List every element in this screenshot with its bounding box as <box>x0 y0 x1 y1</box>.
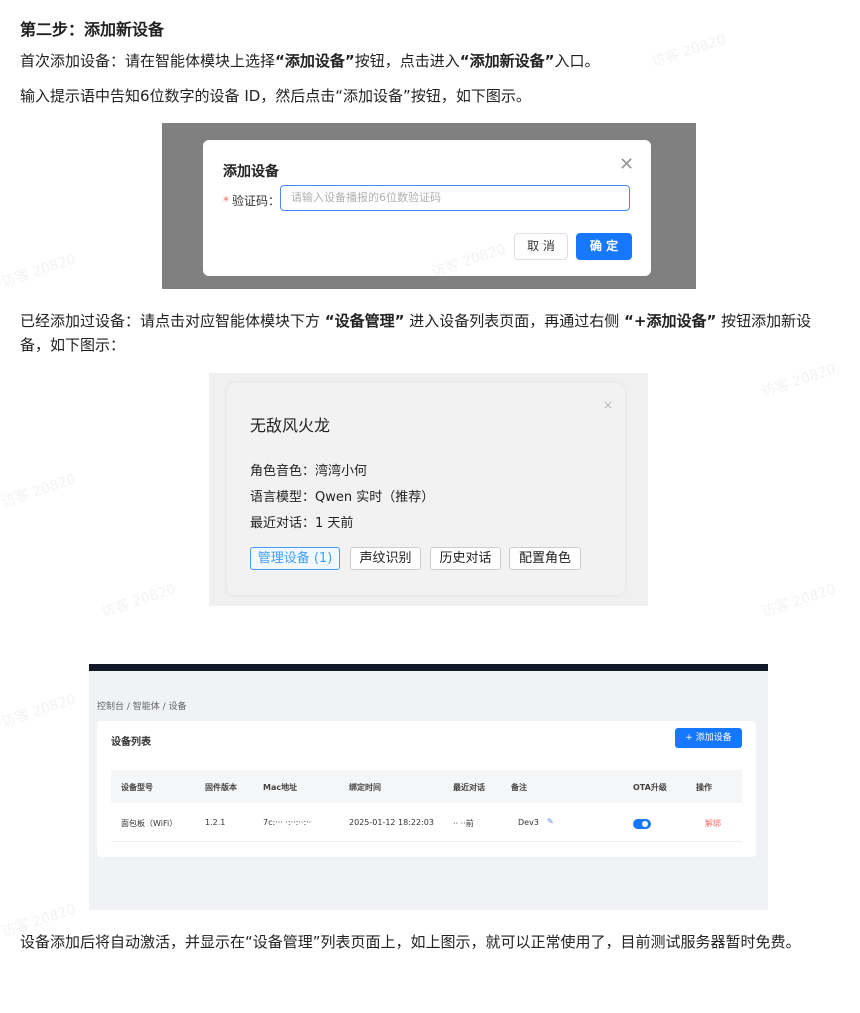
manage-devices-button[interactable]: 管理设备 (1) <box>250 547 340 570</box>
voice-line: 角色音色：湾湾小何 <box>250 464 368 479</box>
watermark: 访客 20820 <box>759 581 838 621</box>
watermark: 访客 20820 <box>0 691 78 731</box>
watermark: 访客 20820 <box>99 581 178 621</box>
edit-icon[interactable]: ✎ <box>547 817 554 826</box>
field-label-text: 验证码： <box>232 194 281 208</box>
voiceprint-button[interactable]: 声纹识别 <box>350 547 421 570</box>
column-header: 固件版本 <box>205 783 237 792</box>
column-header: 最近对话 <box>453 783 485 792</box>
breadcrumb: 控制台 / 智能体 / 设备 <box>97 702 187 712</box>
para1-part1: 首次添加设备：请在智能体模块上选择 <box>20 52 276 70</box>
configure-role-button[interactable]: 配置角色 <box>509 547 581 570</box>
paragraph-first-add: 首次添加设备：请在智能体模块上选择“添加设备”按钮，点击进入“添加新设备”入口。 <box>20 51 840 71</box>
para3-bold2: “+添加设备” <box>624 312 717 330</box>
cell-recent: ·· ··前 <box>453 819 474 828</box>
cell-bind-time: 2025-01-12 18:22:03 <box>349 818 434 827</box>
column-header: 操作 <box>696 783 712 792</box>
table-header: 设备型号 固件版本 Mac地址 绑定时间 最近对话 备注 OTA升级 操作 <box>111 770 742 803</box>
para3-bold1: “设备管理” <box>324 312 405 330</box>
recent-line: 最近对话：1 天前 <box>250 516 354 531</box>
chat-history-button[interactable]: 历史对话 <box>430 547 501 570</box>
verification-code-label: * 验证码： <box>223 192 280 209</box>
para1-part2: 按钮，点击进入 <box>354 52 460 70</box>
column-header: 设备型号 <box>121 783 153 792</box>
ota-toggle[interactable] <box>633 819 651 829</box>
column-header: OTA升级 <box>633 783 667 792</box>
column-header: 绑定时间 <box>349 783 381 792</box>
row-divider <box>111 841 742 842</box>
watermark: 访客 20820 <box>0 471 78 511</box>
cell-mac: 7c:··· ·:··:··:·· <box>263 818 312 827</box>
screenshot-add-device-dialog: 添加设备 ✕ * 验证码： 请输入设备播报的6位数验证码 取 消 确 定 <box>162 123 696 289</box>
screenshot-device-list: 控制台 / 智能体 / 设备 设备列表 + 添加设备 设备型号 固件版本 Mac… <box>89 664 768 910</box>
required-mark: * <box>223 194 229 208</box>
top-bar <box>89 664 768 671</box>
para3-part2: 进入设备列表页面，再通过右侧 <box>404 312 625 330</box>
model-line: 语言模型：Qwen 实时（推荐） <box>250 490 435 505</box>
device-list-panel: 设备列表 + 添加设备 设备型号 固件版本 Mac地址 绑定时间 最近对话 备注… <box>97 721 756 857</box>
screenshot-agent-card: × 无敌风火龙 角色音色：湾湾小何 语言模型：Qwen 实时（推荐） 最近对话：… <box>209 373 648 606</box>
dialog-title: 添加设备 <box>223 164 279 180</box>
para1-bold2: “添加新设备” <box>459 52 555 70</box>
paragraph-existing-device: 已经添加过设备：请点击对应智能体模块下方 “设备管理” 进入设备列表页面，再通过… <box>20 309 840 357</box>
add-device-dialog: 添加设备 ✕ * 验证码： 请输入设备播报的6位数验证码 取 消 确 定 <box>203 140 651 276</box>
para3-part1: 已经添加过设备：请点击对应智能体模块下方 <box>20 312 325 330</box>
close-icon[interactable]: × <box>603 398 613 412</box>
column-header: 备注 <box>511 783 527 792</box>
para1-part3: 入口。 <box>554 52 600 70</box>
cell-remark: Dev3 <box>518 818 539 827</box>
cancel-button[interactable]: 取 消 <box>514 233 568 260</box>
step-heading: 第二步：添加新设备 <box>20 20 165 39</box>
panel-title: 设备列表 <box>111 737 151 748</box>
close-icon[interactable]: ✕ <box>619 154 634 175</box>
verification-code-input[interactable]: 请输入设备播报的6位数验证码 <box>280 185 630 211</box>
cell-firmware: 1.2.1 <box>205 818 226 827</box>
unbind-link[interactable]: 解绑 <box>705 818 721 829</box>
cell-model: 面包板（WiFi） <box>121 819 178 828</box>
watermark: 访客 20820 <box>759 361 838 401</box>
para1-bold1: “添加设备” <box>275 52 355 70</box>
column-header: Mac地址 <box>263 783 298 792</box>
agent-card: × 无敌风火龙 角色音色：湾湾小何 语言模型：Qwen 实时（推荐） 最近对话：… <box>227 383 625 595</box>
confirm-button[interactable]: 确 定 <box>576 233 632 260</box>
watermark: 访客 20820 <box>0 251 78 291</box>
add-device-button[interactable]: + 添加设备 <box>675 728 742 748</box>
agent-name: 无敌风火龙 <box>250 416 331 435</box>
paragraph-activation: 设备添加后将自动激活，并显示在“设备管理”列表页面上，如上图示，就可以正常使用了… <box>20 933 801 951</box>
paragraph-input-hint: 输入提示语中告知6位数字的设备 ID，然后点击“添加设备”按钮，如下图示。 <box>20 87 531 105</box>
